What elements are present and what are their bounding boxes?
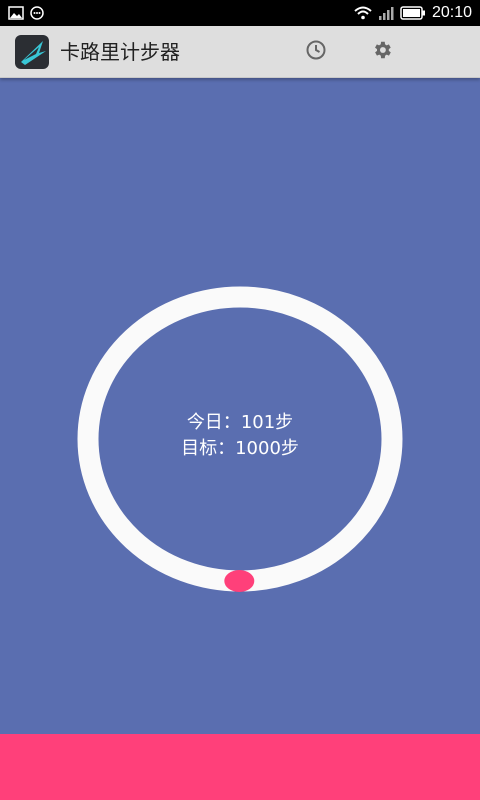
goal-steps-line: 目标：1000步 [0, 436, 480, 462]
battery-icon [400, 6, 426, 20]
status-right-icons: 20:10 [354, 0, 472, 26]
today-label: 今日： [186, 412, 241, 433]
history-icon [305, 39, 327, 65]
gear-icon [371, 39, 393, 65]
settings-button[interactable] [369, 39, 395, 65]
goal-label: 目标： [181, 438, 236, 459]
history-button[interactable] [303, 39, 329, 65]
today-steps-value: 101步 [240, 412, 294, 433]
app-bar: 卡路里计步器 [0, 26, 480, 78]
app-logo-icon [15, 35, 49, 69]
wifi-icon [354, 6, 372, 20]
status-left-icons [8, 0, 44, 26]
image-icon [8, 6, 24, 20]
today-steps-line: 今日：101步 [0, 410, 480, 436]
status-bar: 20:10 [0, 0, 480, 26]
bottom-bar [0, 734, 480, 800]
message-icon [30, 6, 44, 20]
step-summary: 今日：101步 目标：1000步 [0, 410, 480, 462]
status-time: 20:10 [431, 4, 472, 21]
goal-steps-value: 1000步 [235, 438, 299, 459]
progress-indicator [224, 570, 255, 592]
signal-icon [378, 6, 394, 20]
app-title: 卡路里计步器 [60, 40, 180, 64]
